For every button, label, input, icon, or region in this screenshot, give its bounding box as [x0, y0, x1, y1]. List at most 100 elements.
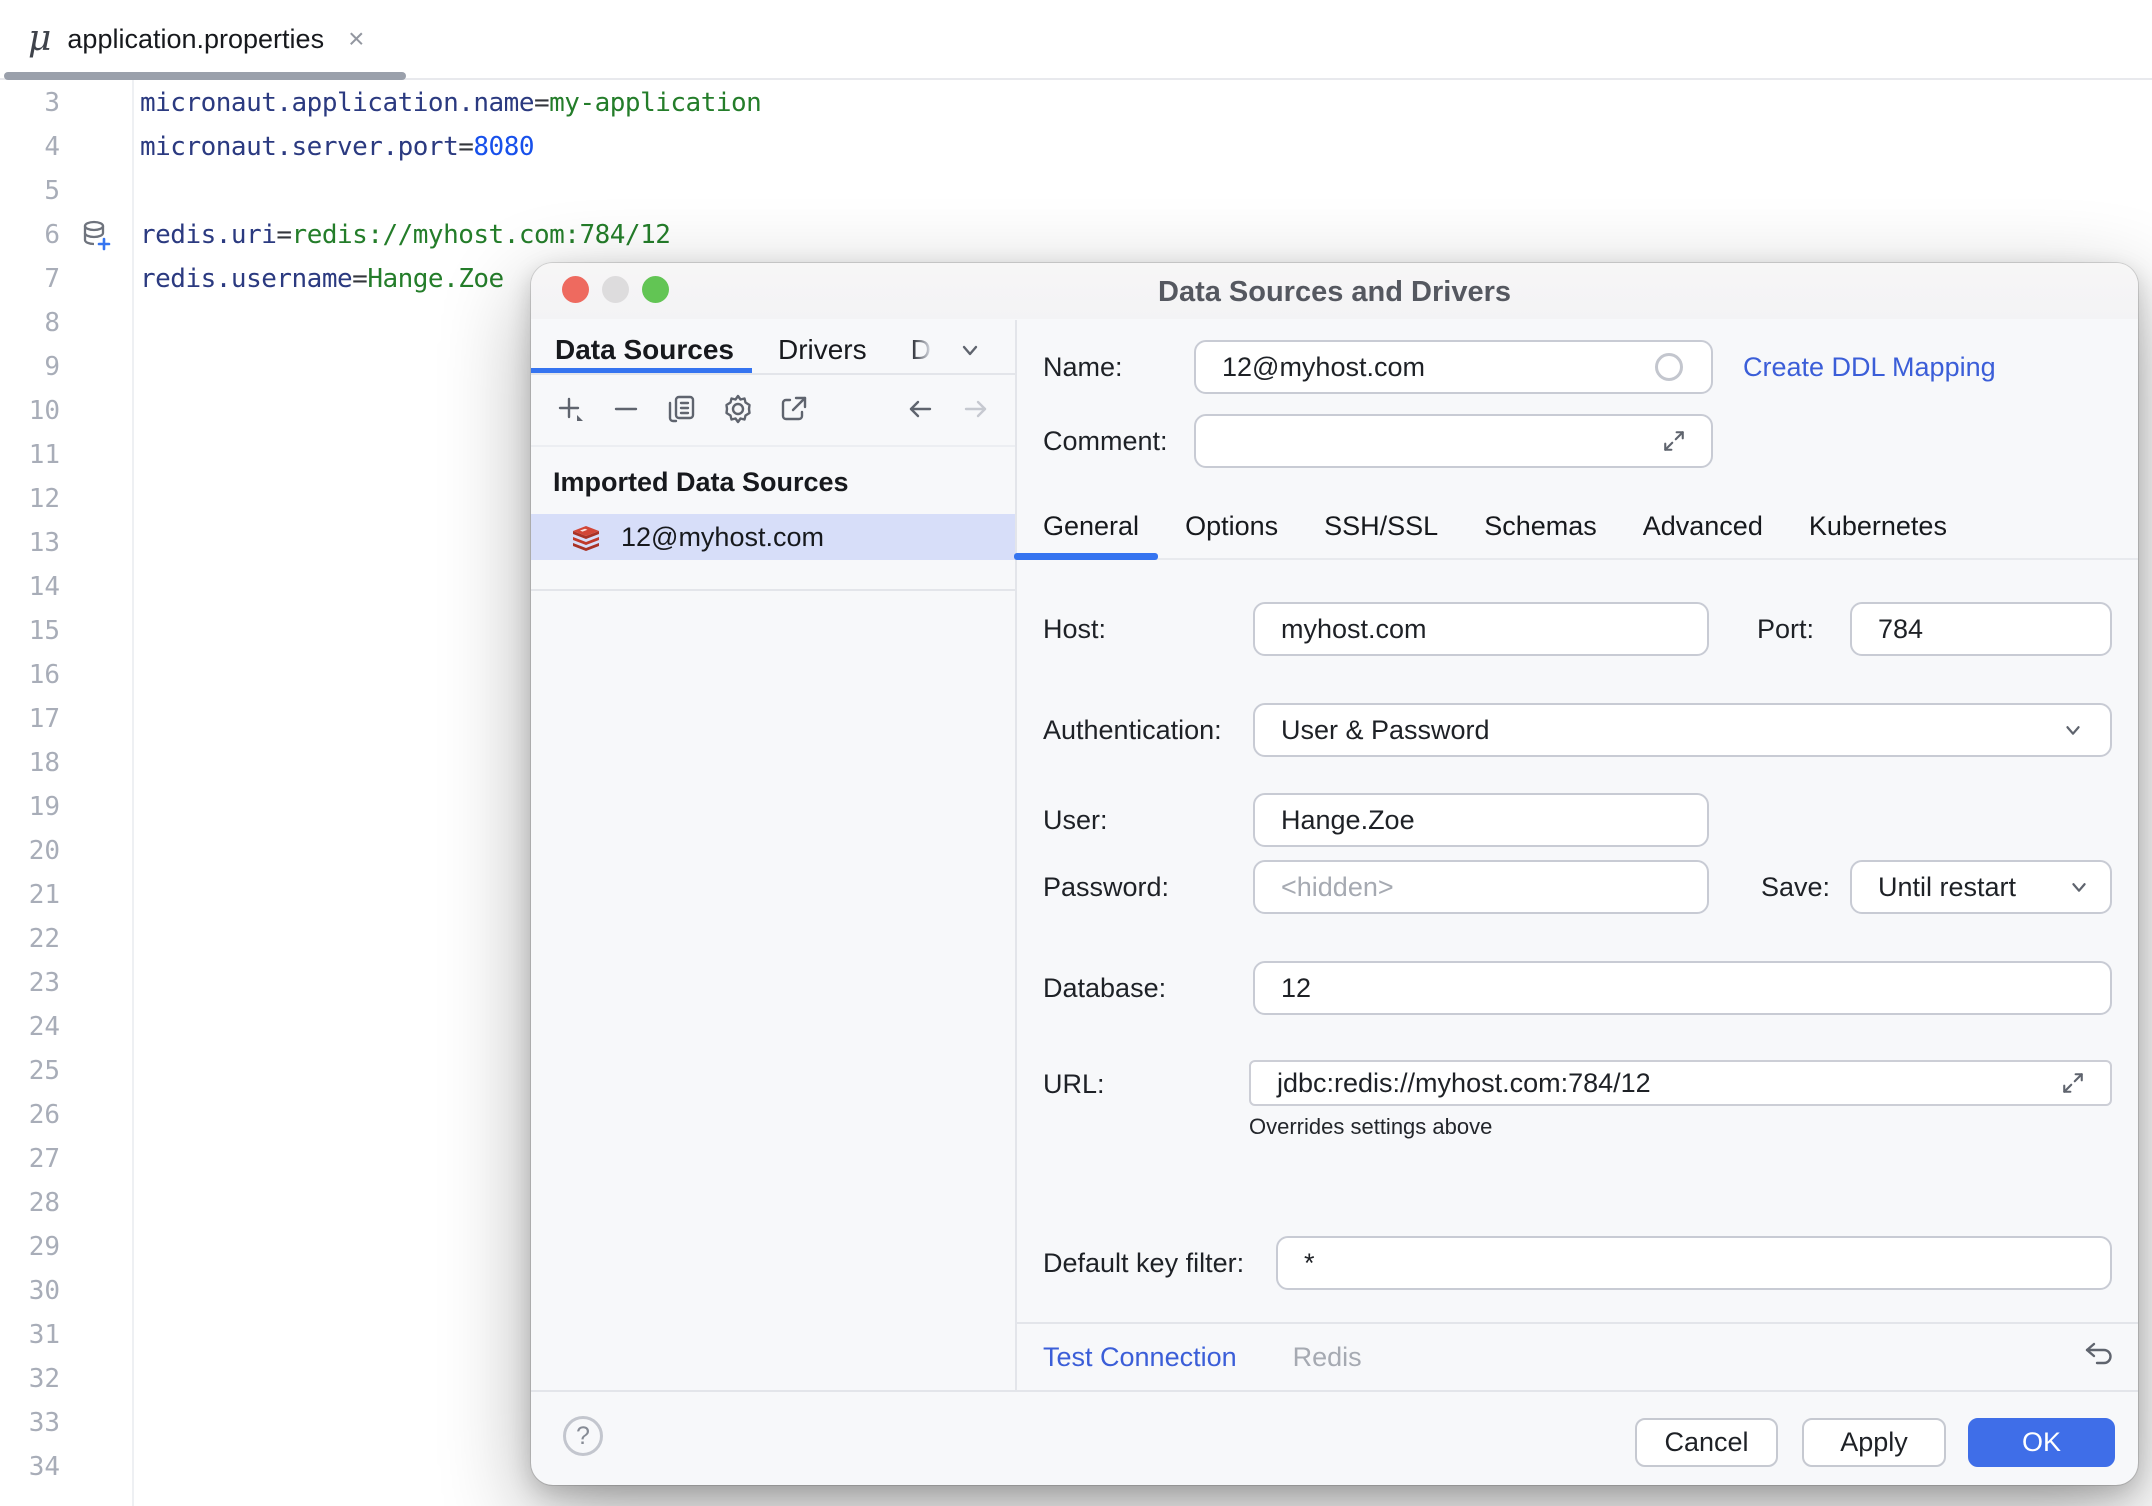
expand-icon[interactable] — [2056, 1066, 2090, 1100]
line-number: 3 — [0, 88, 60, 118]
url-caption: Overrides settings above — [1249, 1114, 1492, 1140]
apply-button[interactable]: Apply — [1802, 1418, 1946, 1467]
tab-drivers[interactable]: Drivers — [778, 334, 867, 366]
default-key-filter-input[interactable] — [1276, 1236, 2112, 1290]
add-icon[interactable] — [553, 392, 587, 426]
ok-button[interactable]: OK — [1968, 1418, 2115, 1467]
datasource-item-label: 12@myhost.com — [621, 522, 824, 553]
active-tab-underline — [4, 72, 406, 80]
port-label: Port: — [1757, 614, 1814, 645]
editor-line: 5 — [0, 169, 2152, 213]
line-number: 11 — [0, 440, 60, 470]
authentication-label: Authentication: — [1043, 715, 1222, 746]
datasource-toolbar — [553, 389, 993, 429]
line-number: 23 — [0, 968, 60, 998]
database-label: Database: — [1043, 973, 1166, 1004]
line-number: 31 — [0, 1320, 60, 1350]
export-icon[interactable] — [777, 392, 811, 426]
url-input[interactable]: jdbc:redis://myhost.com:784/12 — [1249, 1060, 2112, 1106]
line-number: 6 — [0, 220, 60, 250]
code-text: redis.username=Hange.Zoe — [132, 264, 504, 294]
line-number: 4 — [0, 132, 60, 162]
save-value: Until restart — [1878, 872, 2016, 903]
password-input[interactable] — [1253, 860, 1709, 914]
create-ddl-mapping-link[interactable]: Create DDL Mapping — [1743, 352, 1996, 383]
close-tab-icon[interactable]: × — [348, 23, 364, 55]
line-number: 19 — [0, 792, 60, 822]
line-number: 20 — [0, 836, 60, 866]
save-select[interactable]: Until restart — [1850, 860, 2112, 914]
line-number: 34 — [0, 1452, 60, 1482]
separator — [531, 373, 1015, 375]
user-input[interactable] — [1253, 793, 1709, 847]
help-button[interactable]: ? — [563, 1416, 603, 1456]
comment-label: Comment: — [1043, 426, 1168, 457]
separator — [531, 445, 1015, 447]
test-connection-link[interactable]: Test Connection — [1043, 1342, 1237, 1373]
url-value: jdbc:redis://myhost.com:784/12 — [1277, 1068, 1651, 1099]
separator — [1016, 558, 2138, 560]
form-tab-ssh-ssl[interactable]: SSH/SSL — [1324, 511, 1438, 542]
line-number: 27 — [0, 1144, 60, 1174]
tab-data-sources[interactable]: Data Sources — [555, 334, 734, 366]
line-number: 7 — [0, 264, 60, 294]
comment-input[interactable] — [1194, 414, 1713, 468]
user-label: User: — [1043, 805, 1108, 836]
database-input[interactable] — [1253, 961, 2112, 1015]
host-label: Host: — [1043, 614, 1106, 645]
form-tab-advanced[interactable]: Advanced — [1643, 511, 1763, 542]
line-number: 24 — [0, 1012, 60, 1042]
cancel-button[interactable]: Cancel — [1635, 1418, 1778, 1467]
redis-icon — [569, 520, 603, 554]
form-active-tab-underline — [1014, 553, 1158, 560]
tab-ddl-truncated[interactable]: D — [911, 334, 931, 366]
url-label: URL: — [1043, 1069, 1105, 1100]
line-number: 15 — [0, 616, 60, 646]
save-label: Save: — [1761, 872, 1830, 903]
code-text: micronaut.application.name=my-applicatio… — [132, 88, 761, 118]
line-number: 14 — [0, 572, 60, 602]
line-number: 9 — [0, 352, 60, 382]
undo-icon[interactable] — [2082, 1338, 2116, 1372]
add-datasource-gutter-icon[interactable] — [60, 217, 132, 253]
remove-icon[interactable] — [609, 392, 643, 426]
port-input[interactable] — [1850, 602, 2112, 656]
dialog-title: Data Sources and Drivers — [531, 276, 2138, 309]
form-tab-kubernetes[interactable]: Kubernetes — [1809, 511, 1947, 542]
expand-icon[interactable] — [1657, 424, 1691, 458]
editor-tab-application-properties[interactable]: μ application.properties × — [6, 0, 392, 78]
editor-line: 4micronaut.server.port=8080 — [0, 125, 2152, 169]
form-tab-schemas[interactable]: Schemas — [1484, 511, 1597, 542]
connection-status-indicator — [1655, 353, 1683, 381]
line-number: 29 — [0, 1232, 60, 1262]
settings-icon[interactable] — [721, 392, 755, 426]
separator — [531, 589, 1015, 591]
name-input[interactable] — [1194, 340, 1713, 394]
line-number: 33 — [0, 1408, 60, 1438]
editor-tab-bar: μ application.properties × — [0, 0, 2152, 80]
dialog-footer: ? Cancel Apply OK — [531, 1392, 2138, 1485]
panel-separator — [1015, 320, 1017, 1390]
line-number: 26 — [0, 1100, 60, 1130]
host-input[interactable] — [1253, 602, 1709, 656]
password-label: Password: — [1043, 872, 1169, 903]
line-number: 30 — [0, 1276, 60, 1306]
duplicate-icon[interactable] — [665, 392, 699, 426]
datasource-list-item-selected[interactable]: 12@myhost.com — [531, 514, 1015, 560]
micronaut-mu-icon: μ — [28, 21, 51, 57]
line-number: 21 — [0, 880, 60, 910]
chevron-down-icon — [2056, 713, 2090, 747]
authentication-value: User & Password — [1281, 715, 1490, 746]
line-number: 12 — [0, 484, 60, 514]
form-tabs: General Options SSH/SSL Schemas Advanced Kube… — [1043, 511, 1947, 542]
editor-line: 3 micronaut.application.name=my-applicati… — [0, 81, 2152, 125]
line-number: 16 — [0, 660, 60, 690]
data-sources-dialog: Data Sources and Drivers Data Sources Dr… — [531, 263, 2138, 1485]
forward-icon — [959, 392, 993, 426]
back-icon[interactable] — [903, 392, 937, 426]
form-tab-general[interactable]: General — [1043, 511, 1139, 542]
form-tab-options[interactable]: Options — [1185, 511, 1278, 542]
authentication-select[interactable]: User & Password — [1253, 703, 2112, 757]
chevron-down-icon[interactable] — [953, 333, 987, 367]
ide-screen: μ application.properties × 3 micronaut.ap… — [0, 0, 2152, 1506]
